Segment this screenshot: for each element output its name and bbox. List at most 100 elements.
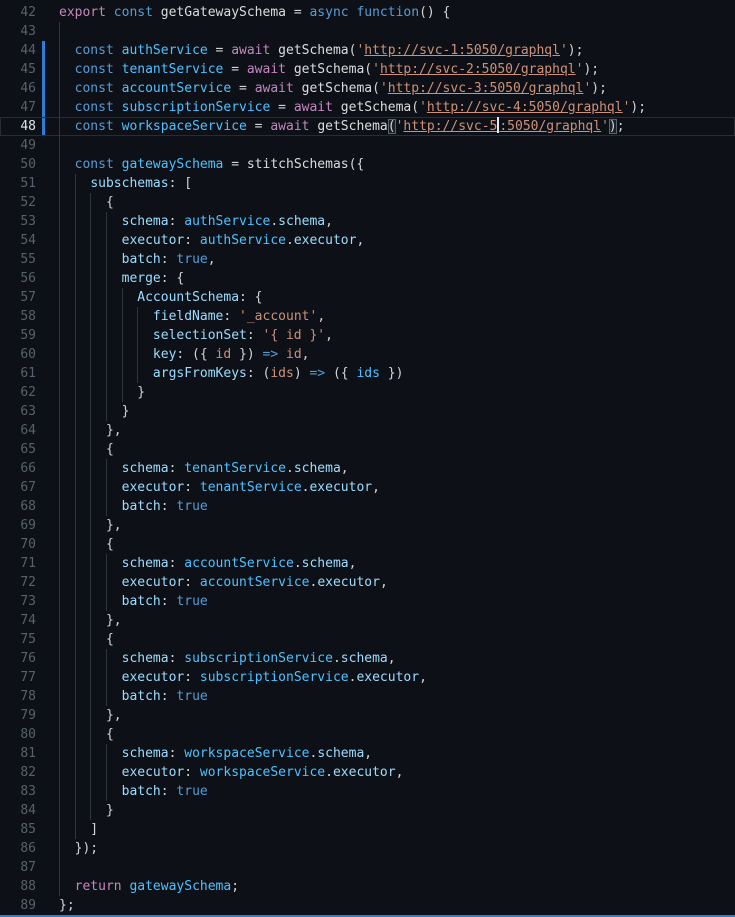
code-content[interactable]: AccountSchema: {: [45, 288, 735, 307]
code-line[interactable]: 74 },: [0, 611, 735, 630]
code-content[interactable]: schema: subscriptionService.schema,: [45, 649, 735, 668]
code-line[interactable]: 57 AccountSchema: {: [0, 288, 735, 307]
code-line[interactable]: 85 ]: [0, 820, 735, 839]
line-number[interactable]: 68: [0, 497, 36, 516]
line-number[interactable]: 58: [0, 307, 36, 326]
code-content[interactable]: {: [45, 725, 735, 744]
line-number[interactable]: 43: [0, 22, 36, 41]
code-line[interactable]: 44 const authService = await getSchema('…: [0, 41, 735, 60]
code-content[interactable]: [45, 858, 735, 877]
code-content[interactable]: const subscriptionService = await getSch…: [45, 98, 735, 117]
code-line[interactable]: 84 }: [0, 801, 735, 820]
line-number[interactable]: 81: [0, 744, 36, 763]
line-number[interactable]: 78: [0, 687, 36, 706]
code-content[interactable]: selectionSet: '{ id }',: [45, 326, 735, 345]
code-line[interactable]: 67 executor: tenantService.executor,: [0, 478, 735, 497]
line-number[interactable]: 53: [0, 212, 36, 231]
code-line[interactable]: 87: [0, 858, 735, 877]
code-content[interactable]: ]: [45, 820, 735, 839]
line-number[interactable]: 73: [0, 592, 36, 611]
code-line[interactable]: 55 batch: true,: [0, 250, 735, 269]
code-content[interactable]: };: [45, 896, 735, 915]
code-line[interactable]: 66 schema: tenantService.schema,: [0, 459, 735, 478]
line-number[interactable]: 55: [0, 250, 36, 269]
code-line[interactable]: 52 {: [0, 193, 735, 212]
line-number[interactable]: 48: [0, 117, 36, 136]
code-line[interactable]: 49: [0, 136, 735, 155]
line-number[interactable]: 49: [0, 136, 36, 155]
code-line[interactable]: 82 executor: workspaceService.executor,: [0, 763, 735, 782]
code-line[interactable]: 76 schema: subscriptionService.schema,: [0, 649, 735, 668]
line-number[interactable]: 71: [0, 554, 36, 573]
code-line[interactable]: 73 batch: true: [0, 592, 735, 611]
line-number[interactable]: 62: [0, 383, 36, 402]
code-line[interactable]: 65 {: [0, 440, 735, 459]
code-content[interactable]: },: [45, 611, 735, 630]
code-content[interactable]: return gatewaySchema;: [45, 877, 735, 896]
line-number[interactable]: 74: [0, 611, 36, 630]
line-number[interactable]: 77: [0, 668, 36, 687]
code-content[interactable]: }: [45, 801, 735, 820]
code-content[interactable]: const tenantService = await getSchema('h…: [45, 60, 735, 79]
code-line[interactable]: 78 batch: true: [0, 687, 735, 706]
code-content[interactable]: batch: true: [45, 687, 735, 706]
code-content[interactable]: schema: accountService.schema,: [45, 554, 735, 573]
code-content[interactable]: }: [45, 402, 735, 421]
code-content[interactable]: executor: authService.executor,: [45, 231, 735, 250]
line-number[interactable]: 86: [0, 839, 36, 858]
code-content[interactable]: executor: accountService.executor,: [45, 573, 735, 592]
code-content[interactable]: [45, 22, 735, 41]
line-number[interactable]: 70: [0, 535, 36, 554]
code-content[interactable]: schema: tenantService.schema,: [45, 459, 735, 478]
code-line[interactable]: 61 argsFromKeys: (ids) => ({ ids }): [0, 364, 735, 383]
line-number[interactable]: 75: [0, 630, 36, 649]
code-line[interactable]: 53 schema: authService.schema,: [0, 212, 735, 231]
code-content[interactable]: subschemas: [: [45, 174, 735, 193]
line-number[interactable]: 50: [0, 155, 36, 174]
line-number[interactable]: 72: [0, 573, 36, 592]
line-number[interactable]: 61: [0, 364, 36, 383]
code-line[interactable]: 54 executor: authService.executor,: [0, 231, 735, 250]
code-content[interactable]: executor: subscriptionService.executor,: [45, 668, 735, 687]
line-number[interactable]: 85: [0, 820, 36, 839]
line-number[interactable]: 44: [0, 41, 36, 60]
code-line[interactable]: 72 executor: accountService.executor,: [0, 573, 735, 592]
code-line[interactable]: 62 }: [0, 383, 735, 402]
code-content[interactable]: export const getGatewaySchema = async fu…: [45, 3, 735, 22]
code-line[interactable]: 42export const getGatewaySchema = async …: [0, 3, 735, 22]
code-line[interactable]: 69 },: [0, 516, 735, 535]
line-number[interactable]: 79: [0, 706, 36, 725]
code-line[interactable]: 59 selectionSet: '{ id }',: [0, 326, 735, 345]
code-line[interactable]: 70 {: [0, 535, 735, 554]
code-line[interactable]: 83 batch: true: [0, 782, 735, 801]
code-content[interactable]: fieldName: '_account',: [45, 307, 735, 326]
code-line[interactable]: 63 }: [0, 402, 735, 421]
line-number[interactable]: 84: [0, 801, 36, 820]
code-content[interactable]: executor: workspaceService.executor,: [45, 763, 735, 782]
code-content[interactable]: executor: tenantService.executor,: [45, 478, 735, 497]
code-content[interactable]: const accountService = await getSchema('…: [45, 79, 735, 98]
code-line[interactable]: 80 {: [0, 725, 735, 744]
code-line[interactable]: 77 executor: subscriptionService.executo…: [0, 668, 735, 687]
line-number[interactable]: 63: [0, 402, 36, 421]
code-content[interactable]: {: [45, 193, 735, 212]
code-content[interactable]: batch: true,: [45, 250, 735, 269]
code-content[interactable]: },: [45, 516, 735, 535]
code-line[interactable]: 43: [0, 22, 735, 41]
line-number[interactable]: 51: [0, 174, 36, 193]
code-line[interactable]: 79 },: [0, 706, 735, 725]
code-content[interactable]: },: [45, 706, 735, 725]
line-number[interactable]: 76: [0, 649, 36, 668]
line-number[interactable]: 45: [0, 60, 36, 79]
code-content[interactable]: schema: authService.schema,: [45, 212, 735, 231]
code-line[interactable]: 51 subschemas: [: [0, 174, 735, 193]
code-line[interactable]: 45 const tenantService = await getSchema…: [0, 60, 735, 79]
code-line[interactable]: 48 const workspaceService = await getSch…: [0, 117, 735, 136]
code-content[interactable]: {: [45, 535, 735, 554]
code-content[interactable]: const authService = await getSchema('htt…: [45, 41, 735, 60]
code-line[interactable]: 46 const accountService = await getSchem…: [0, 79, 735, 98]
line-number[interactable]: 88: [0, 877, 36, 896]
code-line[interactable]: 89};: [0, 896, 735, 915]
code-content[interactable]: const gatewaySchema = stitchSchemas({: [45, 155, 735, 174]
code-content[interactable]: batch: true: [45, 497, 735, 516]
